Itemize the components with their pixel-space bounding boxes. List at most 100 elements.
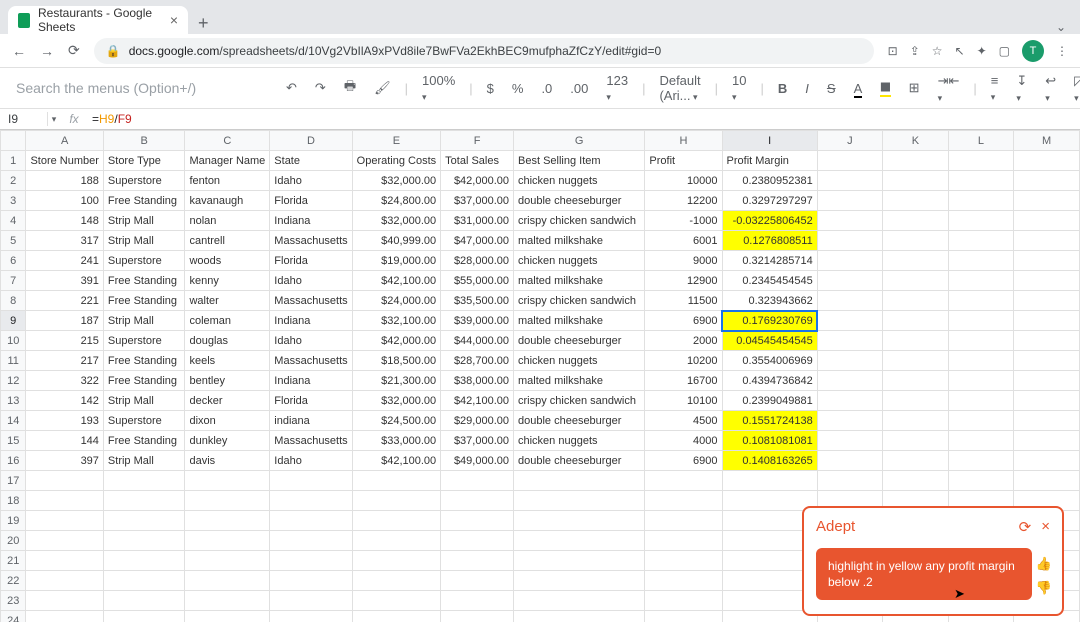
cell[interactable]: crispy chicken sandwich: [514, 291, 645, 311]
cell[interactable]: [883, 251, 949, 271]
cell[interactable]: [352, 591, 440, 611]
cell[interactable]: [441, 551, 514, 571]
cell[interactable]: Profit: [645, 151, 722, 171]
cell[interactable]: [1014, 351, 1080, 371]
cell[interactable]: 0.1551724138: [722, 411, 817, 431]
address-bar[interactable]: 🔒 docs.google.com/spreadsheets/d/10Vg2Vb…: [94, 38, 874, 64]
column-header[interactable]: K: [883, 131, 949, 151]
column-header[interactable]: F: [441, 131, 514, 151]
cell[interactable]: 2000: [645, 331, 722, 351]
cell[interactable]: -0.03225806452: [722, 211, 817, 231]
cell[interactable]: 9000: [645, 251, 722, 271]
cell[interactable]: 0.3554006969: [722, 351, 817, 371]
row-header[interactable]: 11: [1, 351, 26, 371]
column-header[interactable]: D: [270, 131, 352, 151]
row-header[interactable]: 19: [1, 511, 26, 531]
column-header[interactable]: L: [948, 131, 1013, 151]
cell[interactable]: Indiana: [270, 371, 352, 391]
cell[interactable]: [352, 491, 440, 511]
cell[interactable]: indiana: [270, 411, 352, 431]
cell[interactable]: $32,000.00: [352, 211, 440, 231]
cell[interactable]: [817, 251, 882, 271]
cell[interactable]: 187: [26, 311, 103, 331]
cell[interactable]: Store Number: [26, 151, 103, 171]
cell[interactable]: [948, 231, 1013, 251]
row-header[interactable]: 21: [1, 551, 26, 571]
cell[interactable]: $35,500.00: [441, 291, 514, 311]
cell[interactable]: [1014, 331, 1080, 351]
cell[interactable]: [948, 411, 1013, 431]
cell[interactable]: [26, 491, 103, 511]
cell[interactable]: [103, 611, 185, 622]
cell[interactable]: [883, 231, 949, 251]
strike-button[interactable]: S: [823, 79, 840, 98]
cell[interactable]: [514, 591, 645, 611]
name-box-dropdown-icon[interactable]: ▾: [48, 114, 60, 125]
cell[interactable]: 0.2380952381: [722, 171, 817, 191]
cell[interactable]: [817, 311, 882, 331]
cell[interactable]: [948, 451, 1013, 471]
profile-avatar[interactable]: T: [1022, 40, 1044, 62]
cell[interactable]: [1014, 191, 1080, 211]
column-header[interactable]: B: [103, 131, 185, 151]
cell[interactable]: 100: [26, 191, 103, 211]
cell[interactable]: 144: [26, 431, 103, 451]
cell[interactable]: $32,000.00: [352, 171, 440, 191]
cell[interactable]: Free Standing: [103, 191, 185, 211]
cell[interactable]: 6900: [645, 311, 722, 331]
sheet-area[interactable]: ABCDEFGHIJKLM1Store NumberStore TypeMana…: [0, 130, 1080, 622]
cell[interactable]: $18,500.00: [352, 351, 440, 371]
cell[interactable]: [270, 591, 352, 611]
redo-icon[interactable]: ↷: [311, 78, 330, 98]
cell[interactable]: [441, 591, 514, 611]
cell[interactable]: Indiana: [270, 311, 352, 331]
row-header[interactable]: 1: [1, 151, 26, 171]
cell[interactable]: [26, 591, 103, 611]
cell[interactable]: 241: [26, 251, 103, 271]
cell[interactable]: [817, 291, 882, 311]
cell[interactable]: [514, 531, 645, 551]
cursor-ext-icon[interactable]: ↖: [955, 44, 965, 58]
cell[interactable]: $24,800.00: [352, 191, 440, 211]
cell[interactable]: $19,000.00: [352, 251, 440, 271]
cell[interactable]: [103, 491, 185, 511]
row-header[interactable]: 16: [1, 451, 26, 471]
cell[interactable]: [948, 431, 1013, 451]
cell[interactable]: 221: [26, 291, 103, 311]
cell[interactable]: [1014, 371, 1080, 391]
cell[interactable]: 10200: [645, 351, 722, 371]
cell[interactable]: [26, 571, 103, 591]
cell[interactable]: [817, 411, 882, 431]
row-header[interactable]: 5: [1, 231, 26, 251]
cell[interactable]: [441, 491, 514, 511]
column-header[interactable]: J: [817, 131, 882, 151]
cell[interactable]: [722, 491, 817, 511]
cell[interactable]: [26, 531, 103, 551]
cell[interactable]: Strip Mall: [103, 451, 185, 471]
cell[interactable]: Florida: [270, 191, 352, 211]
cell[interactable]: [817, 351, 882, 371]
italic-button[interactable]: I: [801, 79, 813, 98]
cell[interactable]: [645, 491, 722, 511]
cell[interactable]: [645, 511, 722, 531]
cell[interactable]: woods: [185, 251, 270, 271]
cell[interactable]: [948, 391, 1013, 411]
row-header[interactable]: 6: [1, 251, 26, 271]
cell[interactable]: [645, 591, 722, 611]
cell[interactable]: [514, 611, 645, 622]
cell[interactable]: [883, 471, 949, 491]
cell[interactable]: [645, 551, 722, 571]
back-icon[interactable]: ←: [12, 43, 26, 59]
cell[interactable]: [185, 511, 270, 531]
cell[interactable]: [185, 611, 270, 622]
cell[interactable]: Strip Mall: [103, 311, 185, 331]
cell[interactable]: chicken nuggets: [514, 351, 645, 371]
cell[interactable]: 0.1081081081: [722, 431, 817, 451]
cell[interactable]: [948, 251, 1013, 271]
cell[interactable]: [352, 531, 440, 551]
number-format-button[interactable]: 123: [602, 71, 632, 105]
undo-icon[interactable]: ↶: [282, 78, 301, 98]
cell[interactable]: $42,000.00: [352, 331, 440, 351]
cell[interactable]: $55,000.00: [441, 271, 514, 291]
row-header[interactable]: 8: [1, 291, 26, 311]
